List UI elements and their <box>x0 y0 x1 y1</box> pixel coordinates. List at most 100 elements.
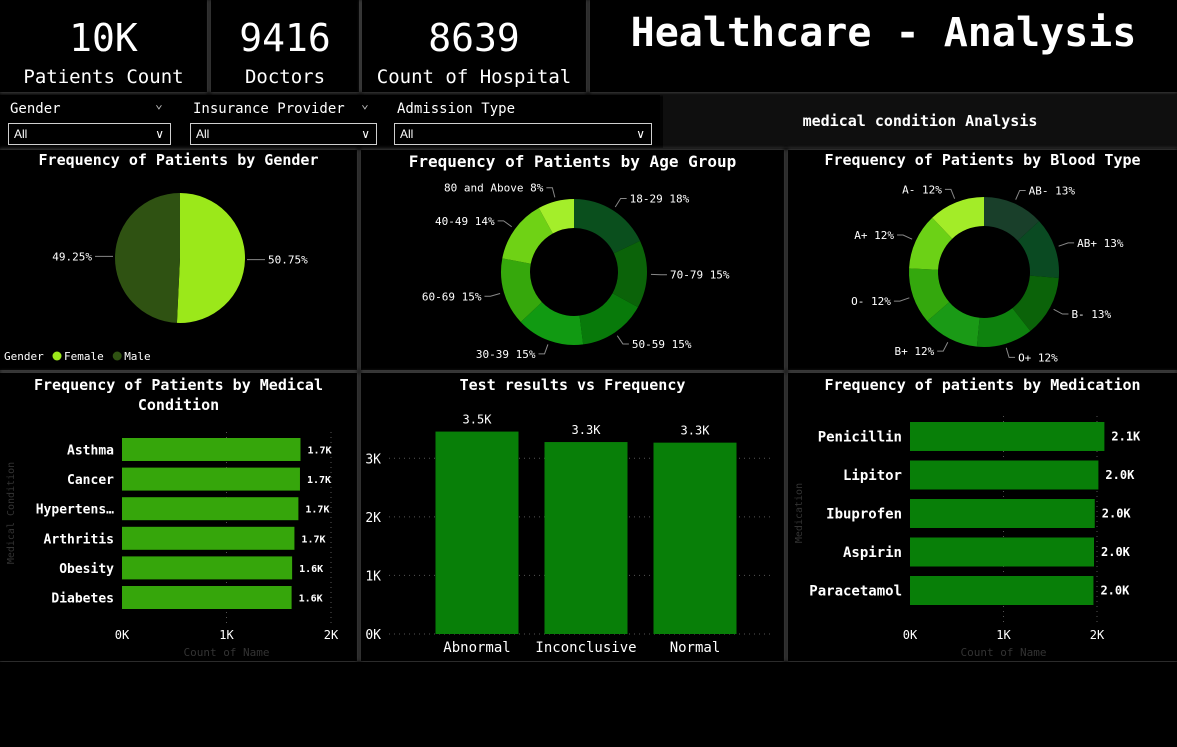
data-label: AB+ 13% <box>1077 237 1124 250</box>
age-donut-chart: 18-29 18% 70-79 15% 50-59 15% 30-39 15% 60-6… <box>422 182 730 361</box>
data-label: 1.7K <box>301 534 325 545</box>
insurance-selected: All <box>196 127 210 141</box>
leader-line <box>1015 189 1026 200</box>
category-label: Lipitor <box>843 468 902 484</box>
data-label: 3.5K <box>463 413 493 427</box>
legend-title: Gender <box>4 350 44 363</box>
data-label: O- 12% <box>851 295 891 308</box>
chevron-down-icon[interactable]: ⌄ <box>155 97 163 112</box>
insurance-dropdown[interactable]: All ∨ <box>190 123 377 145</box>
leader-line <box>897 234 913 240</box>
medication-bar-chart: 0K 1K 2K Penicillin 2.1K Lipitor 2.0K Ibuprofen… <box>794 416 1141 659</box>
blood-chart-card: Frequency of Patients by Blood Type AB- … <box>788 150 1177 370</box>
filter-bar: Gender ⌄ All ∨ Insurance Provider ⌄ All … <box>0 95 660 150</box>
data-label: 70-79 15% <box>670 269 730 282</box>
data-label: 1.7K <box>307 475 331 486</box>
axis-label: Count of Name <box>960 646 1046 659</box>
bar <box>122 438 301 461</box>
page-title: Healthcare - Analysis <box>630 10 1137 56</box>
leader-line <box>538 344 549 355</box>
data-label: 1.6K <box>299 594 323 605</box>
pie-slice <box>176 193 246 323</box>
legend-marker <box>52 351 62 361</box>
chevron-down-icon: ∨ <box>636 127 645 141</box>
category-label: Abnormal <box>443 640 510 656</box>
section-label: medical condition Analysis <box>802 112 1038 130</box>
chevron-down-icon: ∨ <box>155 127 164 141</box>
pie-slice <box>574 199 641 254</box>
bar <box>435 431 519 634</box>
data-label: 3.3K <box>681 424 711 438</box>
tick-label: 1K <box>219 628 234 642</box>
data-label: 40-49 14% <box>435 215 495 228</box>
category-label: Penicillin <box>818 430 902 446</box>
category-label: Aspirin <box>843 545 902 561</box>
kpi-value: 9416 <box>239 16 331 60</box>
bar <box>122 497 299 521</box>
tick-label: 2K <box>1090 628 1105 642</box>
data-label: 2.0K <box>1105 468 1135 482</box>
tick-label: 0K <box>903 628 918 642</box>
bar <box>122 467 300 491</box>
chevron-down-icon[interactable]: ⌄ <box>361 97 369 112</box>
legend-item: Female <box>64 350 104 363</box>
admission-dropdown[interactable]: All ∨ <box>394 123 652 145</box>
kpi-card-patients: 10K Patients Count <box>0 0 207 92</box>
age-chart-card: Frequency of Patients by Age Group 18-29… <box>361 150 784 370</box>
filter-label-admission: Admission Type <box>397 101 516 117</box>
leader-line <box>546 187 556 198</box>
leader-line <box>616 335 629 345</box>
category-label: Cancer <box>67 473 114 488</box>
kpi-label: Patients Count <box>23 66 184 88</box>
data-label: 3.3K <box>572 423 602 437</box>
section-label-card: medical condition Analysis <box>663 95 1177 148</box>
data-label: A+ 12% <box>854 229 894 242</box>
leader-line <box>497 220 512 228</box>
pie-slice <box>115 193 180 323</box>
axis-label: Medication <box>794 483 805 543</box>
category-label: Asthma <box>67 444 114 459</box>
data-label: A- 12% <box>902 183 942 196</box>
gender-selected: All <box>14 127 28 141</box>
category-label: Ibuprofen <box>826 507 902 523</box>
gender-pie-chart: 50.75% 49.25% Gender Female Male <box>4 193 308 363</box>
data-label: O+ 12% <box>1018 351 1058 364</box>
tick-label: 3K <box>365 452 381 467</box>
axis-label: Count of Name <box>183 646 269 659</box>
bar <box>910 499 1095 528</box>
kpi-label: Count of Hospital <box>376 66 572 88</box>
bar <box>910 576 1094 605</box>
bar <box>910 422 1105 451</box>
leader-line <box>1053 308 1069 315</box>
data-label: 1.7K <box>305 505 329 516</box>
bar <box>544 442 628 634</box>
data-label: 1.6K <box>299 564 323 575</box>
data-label: B- 13% <box>1071 308 1111 321</box>
condition-chart-card: Frequency of Patients by Medical Conditi… <box>0 373 357 661</box>
data-label: 1.7K <box>307 446 331 457</box>
data-label: 80 and Above 8% <box>444 182 544 195</box>
category-label: Diabetes <box>51 592 114 607</box>
blood-donut-chart: AB- 13% AB+ 13% B- 13% O+ 12% B+ 12% O- 12% A+… <box>851 183 1124 364</box>
gender-dropdown[interactable]: All ∨ <box>8 123 171 145</box>
leader-line <box>937 341 949 352</box>
category-label: Inconclusive <box>535 640 636 656</box>
test-bar-chart: 0K 1K 2K 3K 3.5K Abnormal 3.3K Inconclusive 3.3K… <box>365 413 773 656</box>
leader-line <box>614 198 627 208</box>
leader-line <box>1058 242 1075 247</box>
filter-label-gender: Gender <box>10 101 61 117</box>
category-label: Paracetamol <box>809 584 902 600</box>
bar <box>910 537 1095 567</box>
data-label: 2.0K <box>1101 545 1131 559</box>
gender-chart-card: Frequency of Patients by Gender 50.75% 49… <box>0 150 357 370</box>
data-label: B+ 12% <box>894 345 934 358</box>
legend-marker <box>112 351 122 361</box>
data-label: 30-39 15% <box>476 348 536 361</box>
leader-line <box>893 297 910 302</box>
bar <box>122 556 293 580</box>
kpi-label: Doctors <box>244 66 326 88</box>
data-label: 49.25% <box>52 250 92 263</box>
medication-chart-card: Frequency of patients by Medication 0K 1K… <box>788 373 1177 661</box>
tick-label: 0K <box>115 628 130 642</box>
bar <box>122 586 292 609</box>
